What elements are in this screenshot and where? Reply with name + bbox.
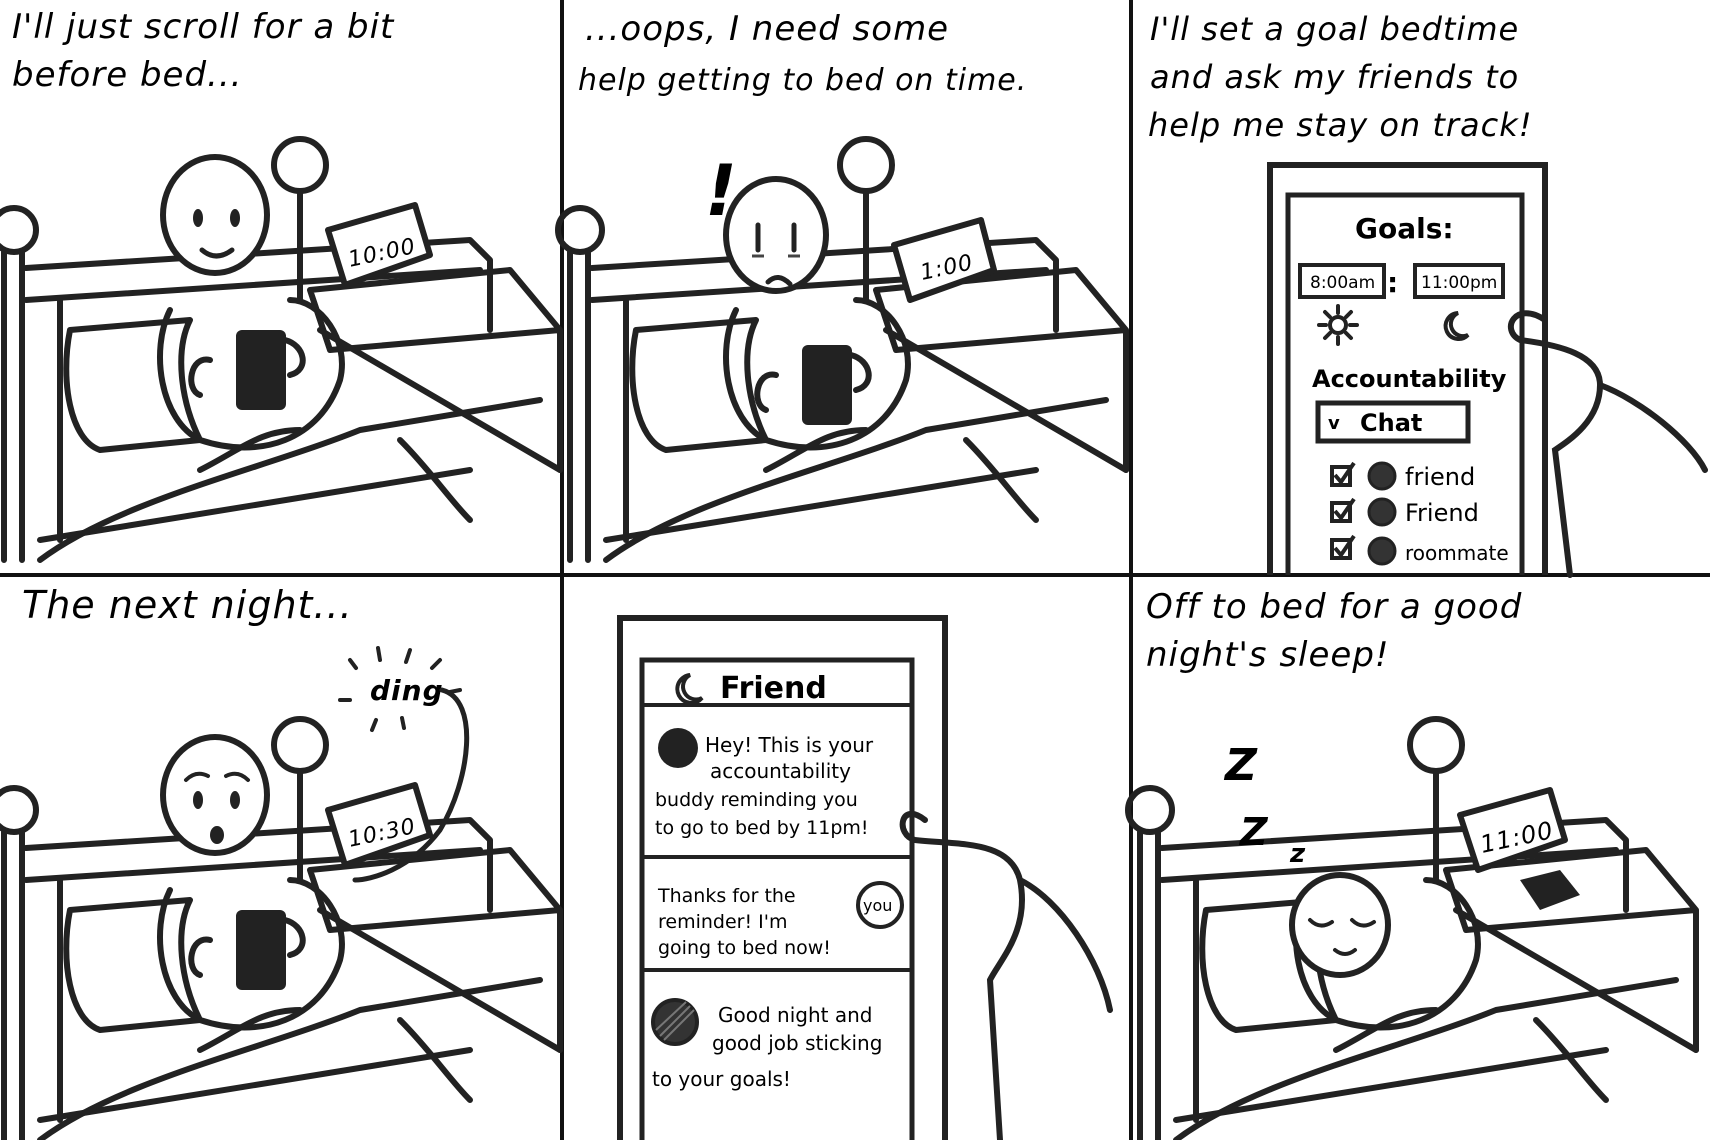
chat-dropdown[interactable]: v Chat (1315, 400, 1471, 444)
message-line: Thanks for the (657, 885, 796, 907)
message-line: Good night and (718, 1003, 872, 1027)
panel-6: 11:00 Z Z z (1128, 719, 1696, 1140)
ding-text: ding (370, 674, 444, 707)
caption-line: before bed... (12, 55, 242, 95)
caption-line: help getting to bed on time. (578, 63, 1027, 98)
phone-icon (236, 330, 286, 410)
friend-name: Friend (1405, 499, 1479, 527)
exclamation-mark: ! (705, 150, 738, 232)
phone-icon (236, 910, 286, 990)
chat-message-you: Thanks for the reminder! I'm going to be… (657, 881, 904, 959)
caption-line: ...oops, I need some (585, 9, 949, 49)
caption-panel-2: ...oops, I need some help getting to bed… (578, 9, 1027, 98)
message-line: accountability (710, 759, 851, 783)
character-head (723, 176, 829, 294)
alarm-clock: 1:00 (891, 217, 997, 303)
caption-panel-1: I'll just scroll for a bit before bed... (12, 7, 395, 95)
friend-row[interactable]: roommate (1330, 534, 1509, 566)
phone-icon (802, 345, 852, 425)
avatar (1367, 536, 1397, 566)
message-line: to your goals! (652, 1067, 791, 1091)
snore-z: z (1289, 839, 1306, 869)
caption-line: Off to bed for a good (1146, 587, 1522, 627)
hand (1507, 310, 1708, 578)
friend-row[interactable]: Friend (1330, 497, 1479, 527)
sun-icon (1317, 304, 1359, 346)
message-line: buddy reminding you (655, 789, 858, 811)
avatar (658, 728, 698, 768)
chevron-down-icon: v (1328, 413, 1340, 434)
dropdown-label: Chat (1360, 409, 1422, 437)
avatar (1367, 497, 1397, 527)
message-line: reminder! I'm (658, 911, 787, 933)
bed-time-value: 11:00pm (1421, 273, 1497, 293)
message-line: good job sticking (712, 1031, 882, 1055)
comic-strip: 10:00 ! 1:00 Goals: 8:00am : 11:00pm Acc… (0, 0, 1710, 1140)
friend-name: friend (1405, 463, 1475, 491)
panel-3: Goals: 8:00am : 11:00pm Accountability v… (1267, 162, 1708, 578)
snore-z: Z (1223, 740, 1258, 791)
panel-4: 10:30 ding (0, 646, 560, 1140)
sleeping-head (1289, 872, 1391, 978)
open-mouth (210, 826, 224, 844)
moon-icon (675, 673, 704, 705)
message-line: going to bed now! (658, 937, 831, 959)
chat-title: Friend (720, 671, 827, 706)
phone-icon (1520, 870, 1580, 910)
caption-line: night's sleep! (1146, 635, 1390, 675)
avatar (1367, 461, 1397, 491)
goals-title: Goals: (1355, 212, 1454, 245)
snore-z: Z (1239, 810, 1269, 854)
wake-time-value: 8:00am (1310, 273, 1375, 293)
caption-line: and ask my friends to (1150, 58, 1519, 96)
chat-message-friend: Good night and good job sticking to your… (651, 998, 882, 1091)
friend-name: roommate (1405, 541, 1509, 565)
avatar-label: you (863, 896, 892, 915)
panel-1: 10:00 (0, 139, 560, 560)
caption-panel-6: Off to bed for a good night's sleep! (1146, 587, 1522, 675)
message-line: Hey! This is your (705, 733, 874, 757)
panel-2: ! 1:00 (558, 139, 1126, 560)
chat-message-friend: Hey! This is your accountability buddy r… (655, 728, 874, 839)
time-separator: : (1387, 266, 1398, 299)
caption-line: The next night... (22, 583, 353, 627)
caption-line: I'll set a goal bedtime (1150, 10, 1519, 48)
accountability-heading: Accountability (1312, 365, 1507, 393)
friend-row[interactable]: friend (1330, 461, 1475, 491)
caption-panel-4: The next night... (22, 583, 353, 627)
caption-line: I'll just scroll for a bit (12, 7, 395, 47)
hand (899, 810, 1113, 1140)
panel-5: Friend Hey! This is your accountability … (617, 615, 1113, 1140)
caption-line: help me stay on track! (1148, 106, 1533, 144)
message-line: to go to bed by 11pm! (655, 817, 869, 839)
caption-panel-3: I'll set a goal bedtime and ask my frien… (1148, 10, 1533, 144)
moon-icon (1443, 311, 1470, 341)
